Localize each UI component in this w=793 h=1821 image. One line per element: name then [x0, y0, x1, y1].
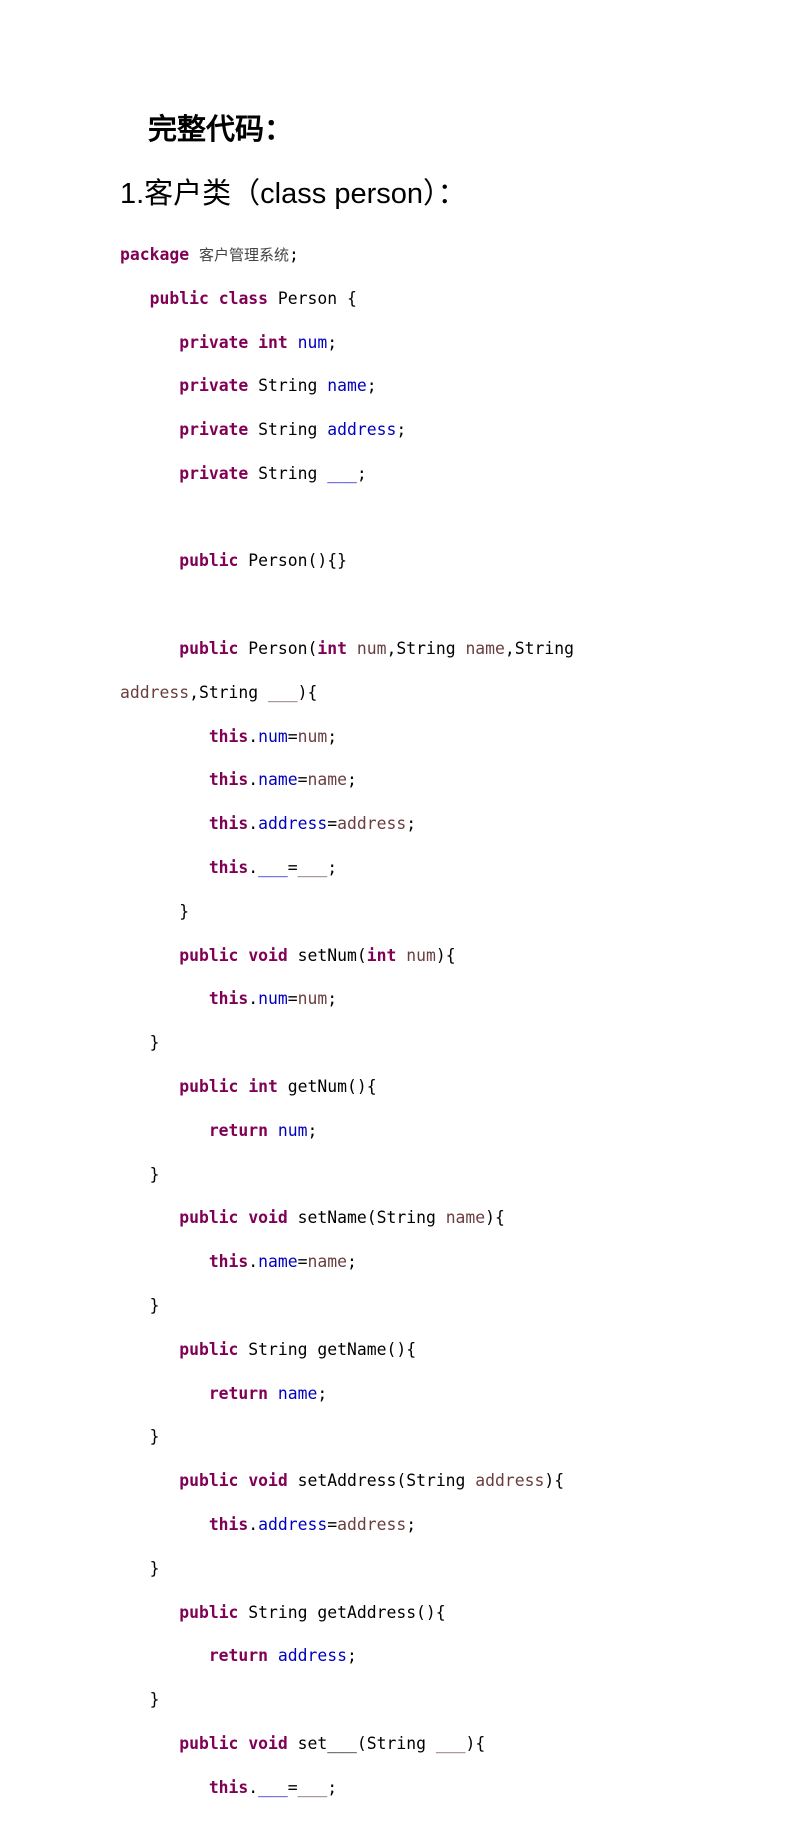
code-line: private String name;	[179, 376, 377, 396]
code-line: public int getNum(){	[179, 1077, 377, 1097]
code-line: this.name=name;	[208, 1252, 357, 1272]
code-line: }	[120, 1558, 160, 1578]
code-line: public class Person {	[149, 288, 357, 308]
code-block: package 客户管理系统; public class Person { pr…	[120, 222, 574, 1821]
code-line: public void setName(String name){	[179, 1208, 505, 1228]
code-line: this.name=name;	[208, 770, 357, 790]
code-line: package 客户管理系统;	[120, 244, 299, 264]
code-line: public String getAddress(){	[179, 1602, 446, 1622]
section-title: 1.客户类（class person）：	[120, 178, 467, 210]
code-line: this.___=___;	[208, 1777, 338, 1797]
code-line: public String getName(){	[179, 1339, 417, 1359]
code-line: this.num=num;	[208, 989, 338, 1009]
code-line: public Person(int num,String name,String	[179, 639, 574, 659]
code-line: return address;	[208, 1646, 357, 1666]
code-line: public void setNum(int num){	[179, 945, 456, 965]
keyword: package	[120, 244, 190, 264]
code-line: }	[120, 1033, 160, 1053]
code-line: this.num=num;	[208, 726, 338, 746]
code-line: }	[120, 1690, 160, 1710]
code-line: }	[120, 1296, 160, 1316]
package-name: 客户管理系统	[198, 245, 289, 264]
code-line: return name;	[208, 1383, 328, 1403]
code-line: this.address=address;	[208, 814, 417, 834]
code-line: public void set___(String ___){	[179, 1734, 486, 1753]
code-line: return num;	[208, 1120, 318, 1140]
page-heading: 完整代码：	[148, 112, 294, 146]
code-line: private String address;	[179, 420, 407, 440]
code-line: this.address=address;	[208, 1515, 417, 1535]
code-line: address,String ___){	[120, 682, 318, 702]
code-line: }	[120, 1427, 160, 1447]
code-line: public void setAddress(String address){	[179, 1471, 565, 1491]
code-line: this.___=___;	[208, 858, 338, 878]
code-line: }	[120, 1164, 160, 1184]
code-line: private int num;	[179, 332, 338, 352]
code-line: public Person(){}	[179, 551, 347, 571]
code-line: private String ___;	[179, 463, 367, 483]
class-name: Person	[277, 288, 338, 308]
code-line: }	[120, 901, 190, 921]
